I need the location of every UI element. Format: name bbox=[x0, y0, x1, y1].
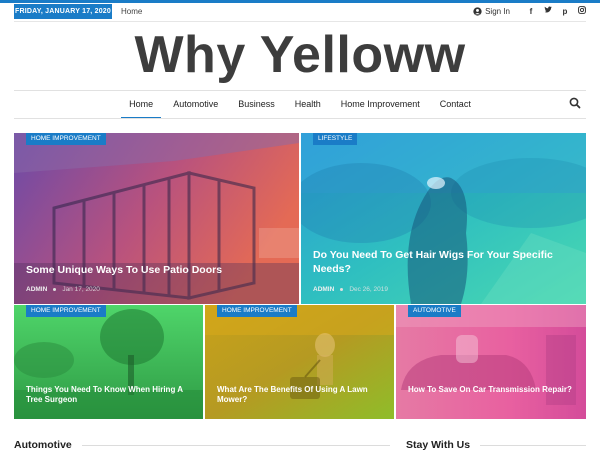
hair-wigs-image bbox=[301, 133, 586, 304]
search-icon[interactable] bbox=[568, 96, 582, 110]
post-meta: ADMIN Jan 17, 2020 bbox=[26, 286, 100, 293]
user-icon bbox=[473, 7, 482, 16]
meta-separator bbox=[53, 288, 57, 291]
category-badge[interactable]: HOME IMPROVEMENT bbox=[26, 133, 106, 145]
post-date: Dec 26, 2019 bbox=[349, 286, 388, 293]
category-badge[interactable]: HOME IMPROVEMENT bbox=[26, 305, 106, 317]
nav-border-bottom bbox=[14, 118, 586, 119]
sign-in-label: Sign In bbox=[485, 7, 510, 16]
top-home-link[interactable]: Home bbox=[121, 4, 142, 19]
section-rule bbox=[480, 444, 586, 446]
featured-post-car-transmission[interactable]: AUTOMOTIVE How To Save On Car Transmissi… bbox=[396, 305, 586, 419]
nav-item-health[interactable]: Health bbox=[285, 91, 331, 118]
nav-item-business[interactable]: Business bbox=[228, 91, 285, 118]
post-title[interactable]: Things You Need To Know When Hiring A Tr… bbox=[26, 385, 191, 406]
post-title[interactable]: Do You Need To Get Hair Wigs For Your Sp… bbox=[313, 249, 574, 276]
post-title[interactable]: Some Unique Ways To Use Patio Doors bbox=[26, 264, 287, 278]
section-header-automotive: Automotive bbox=[14, 437, 390, 450]
nav-item-automotive[interactable]: Automotive bbox=[163, 91, 228, 118]
top-bar: FRIDAY, JANUARY 17, 2020 Home Sign In f … bbox=[14, 4, 586, 20]
twitter-icon[interactable] bbox=[544, 4, 552, 19]
nav-item-home-improvement[interactable]: Home Improvement bbox=[331, 91, 430, 118]
section-rule bbox=[81, 444, 390, 446]
nav-item-contact[interactable]: Contact bbox=[430, 91, 481, 118]
instagram-icon[interactable] bbox=[578, 4, 586, 19]
top-accent-bar bbox=[0, 0, 600, 3]
meta-separator bbox=[340, 288, 344, 291]
top-separator bbox=[14, 21, 586, 22]
section-header-stay-with-us: Stay With Us bbox=[406, 437, 586, 450]
post-author[interactable]: ADMIN bbox=[26, 286, 47, 293]
patio-doors-image bbox=[14, 133, 299, 304]
category-badge[interactable]: AUTOMOTIVE bbox=[408, 305, 461, 317]
post-meta: ADMIN Dec 26, 2019 bbox=[313, 286, 388, 293]
featured-post-lawn-mower[interactable]: HOME IMPROVEMENT What Are The Benefits O… bbox=[205, 305, 394, 419]
car-transmission-image bbox=[396, 305, 586, 419]
featured-post-tree-surgeon[interactable]: HOME IMPROVEMENT Things You Need To Know… bbox=[14, 305, 203, 419]
section-title: Stay With Us bbox=[406, 439, 471, 450]
date-badge: FRIDAY, JANUARY 17, 2020 bbox=[14, 4, 112, 19]
sign-in-link[interactable]: Sign In bbox=[473, 4, 510, 19]
category-badge[interactable]: LIFESTYLE bbox=[313, 133, 358, 145]
post-title[interactable]: What Are The Benefits Of Using A Lawn Mo… bbox=[217, 385, 382, 406]
site-logo[interactable]: Why Yelloww bbox=[0, 23, 600, 87]
facebook-icon[interactable]: f bbox=[527, 4, 535, 19]
post-author[interactable]: ADMIN bbox=[313, 286, 334, 293]
featured-post-patio-doors[interactable]: HOME IMPROVEMENT Some Unique Ways To Use… bbox=[14, 133, 299, 304]
post-title[interactable]: How To Save On Car Transmission Repair? bbox=[408, 385, 574, 395]
nav-item-home[interactable]: Home bbox=[119, 91, 163, 119]
category-badge[interactable]: HOME IMPROVEMENT bbox=[217, 305, 297, 317]
section-title[interactable]: Automotive bbox=[14, 439, 72, 450]
social-links: f p bbox=[527, 4, 586, 19]
post-date: Jan 17, 2020 bbox=[62, 286, 100, 293]
pinterest-icon[interactable]: p bbox=[561, 4, 569, 19]
featured-post-hair-wigs[interactable]: LIFESTYLE Do You Need To Get Hair Wigs F… bbox=[301, 133, 586, 304]
main-nav: Home Automotive Business Health Home Imp… bbox=[0, 91, 600, 119]
